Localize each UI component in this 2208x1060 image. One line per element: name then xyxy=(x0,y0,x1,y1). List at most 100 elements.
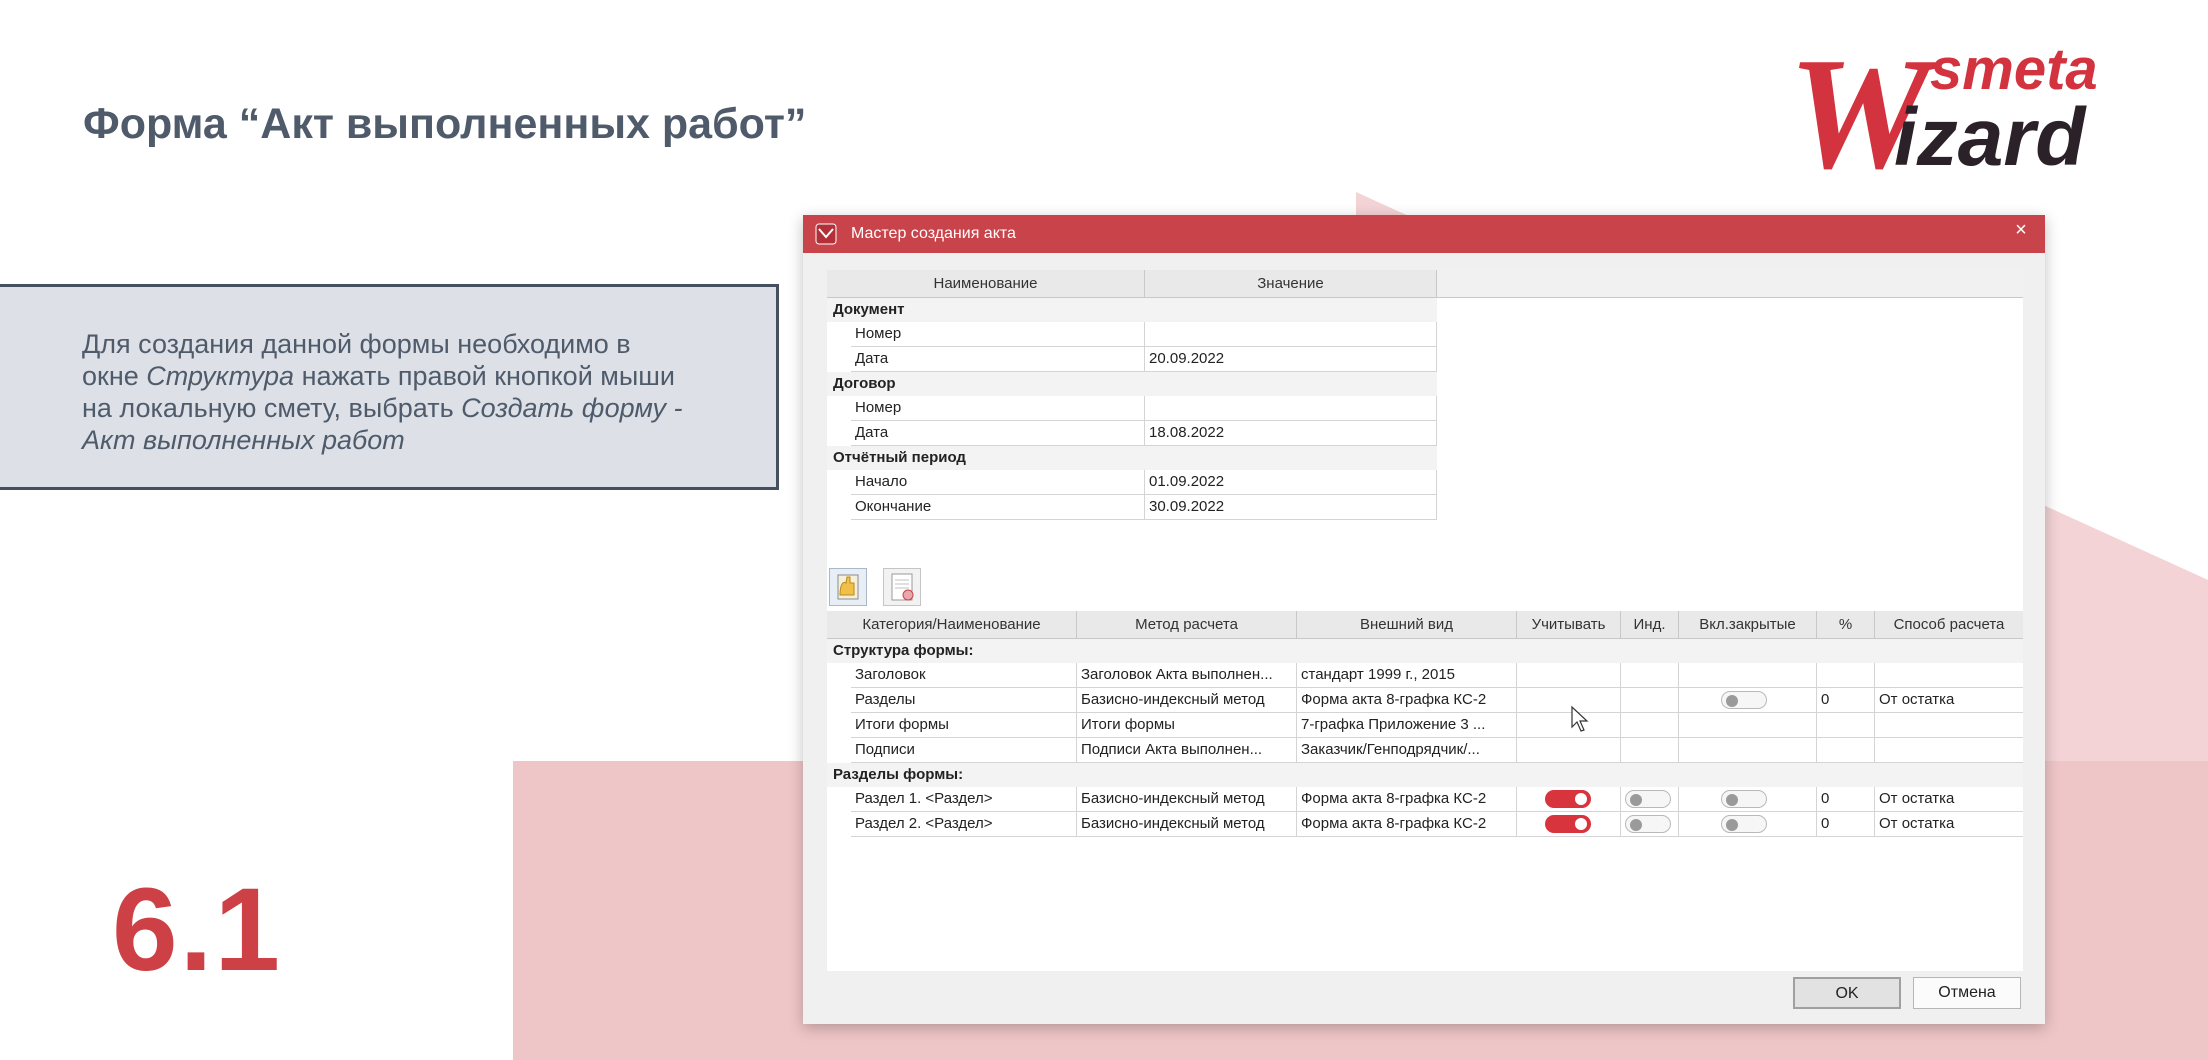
delete-section-icon xyxy=(891,573,914,601)
column-header[interactable]: Наименование xyxy=(827,270,1145,298)
property-name[interactable]: Начало xyxy=(851,470,1145,495)
slide-number: 6.1 xyxy=(112,864,283,996)
row-include-cell xyxy=(1517,738,1621,763)
row-ind-cell xyxy=(1621,787,1679,812)
row-closed-cell xyxy=(1679,713,1817,738)
row-method[interactable]: Заголовок Акта выполнен... xyxy=(1077,663,1297,688)
property-value[interactable] xyxy=(1145,396,1437,421)
column-header[interactable]: Вкл.закрытые xyxy=(1679,611,1817,639)
row-calc[interactable] xyxy=(1875,713,2023,738)
column-header[interactable]: % xyxy=(1817,611,1875,639)
row-include-cell xyxy=(1517,663,1621,688)
include-toggle[interactable] xyxy=(1545,790,1591,808)
group-row[interactable]: Документ xyxy=(827,298,1437,322)
row-calc[interactable] xyxy=(1875,663,2023,688)
row-name[interactable]: Подписи xyxy=(851,738,1077,763)
property-name[interactable]: Дата xyxy=(851,347,1145,372)
row-method[interactable]: Подписи Акта выполнен... xyxy=(1077,738,1297,763)
property-name[interactable]: Номер xyxy=(851,396,1145,421)
include-toggle[interactable] xyxy=(1545,815,1591,833)
structure-grid: Категория/Наименование Метод расчета Вне… xyxy=(827,611,2023,971)
row-percent[interactable]: 0 xyxy=(1817,812,1875,837)
row-method[interactable]: Базисно-индексный метод xyxy=(1077,812,1297,837)
info-line: Акт выполненных работ xyxy=(82,425,405,455)
dialog-titlebar[interactable]: Мастер создания акта × xyxy=(803,215,2045,253)
row-percent[interactable] xyxy=(1817,738,1875,763)
property-value[interactable]: 30.09.2022 xyxy=(1145,495,1437,520)
row-view[interactable]: Заказчик/Генподрядчик/... xyxy=(1297,738,1517,763)
row-name[interactable]: Разделы xyxy=(851,688,1077,713)
group-row[interactable]: Структура формы: xyxy=(827,639,2023,663)
column-header[interactable]: Метод расчета xyxy=(1077,611,1297,639)
column-header[interactable]: Категория/Наименование xyxy=(827,611,1077,639)
row-ind-cell xyxy=(1621,663,1679,688)
row-calc[interactable]: От остатка xyxy=(1875,812,2023,837)
row-include-cell xyxy=(1517,812,1621,837)
row-ind-cell xyxy=(1621,713,1679,738)
row-percent[interactable] xyxy=(1817,663,1875,688)
row-view[interactable]: Форма акта 8-графка КС-2 xyxy=(1297,688,1517,713)
row-method[interactable]: Итоги формы xyxy=(1077,713,1297,738)
group-row[interactable]: Разделы формы: xyxy=(827,763,2023,787)
row-include-cell xyxy=(1517,688,1621,713)
add-section-button[interactable] xyxy=(829,568,867,606)
property-value[interactable] xyxy=(1145,322,1437,347)
delete-section-button[interactable] xyxy=(883,568,921,606)
row-ind-cell xyxy=(1621,688,1679,713)
column-header[interactable]: Учитывать xyxy=(1517,611,1621,639)
ind-toggle[interactable] xyxy=(1625,815,1671,833)
row-method[interactable]: Базисно-индексный метод xyxy=(1077,688,1297,713)
column-header[interactable]: Способ расчета xyxy=(1875,611,2023,639)
row-view[interactable]: 7-графка Приложение 3 ... xyxy=(1297,713,1517,738)
row-ind-cell xyxy=(1621,738,1679,763)
mouse-cursor-icon xyxy=(1571,705,1589,732)
logo-top-text: smeta xyxy=(1930,37,2098,102)
info-line: окне Структура нажать правой кнопкой мыш… xyxy=(82,361,675,391)
app-icon xyxy=(815,223,837,245)
row-calc[interactable] xyxy=(1875,738,2023,763)
dialog-title: Мастер создания акта xyxy=(851,225,1016,242)
property-name[interactable]: Окончание xyxy=(851,495,1145,520)
row-include-cell xyxy=(1517,787,1621,812)
column-header[interactable]: Внешний вид xyxy=(1297,611,1517,639)
add-section-icon xyxy=(837,574,859,600)
column-header[interactable]: Значение xyxy=(1145,270,1437,298)
cancel-button[interactable]: Отмена xyxy=(1913,977,2021,1009)
row-name[interactable]: Заголовок xyxy=(851,663,1077,688)
group-row[interactable]: Отчётный период xyxy=(827,446,1437,470)
smeta-wizard-logo: W smeta izard xyxy=(1782,33,2098,194)
closed-toggle[interactable] xyxy=(1721,790,1767,808)
row-percent[interactable]: 0 xyxy=(1817,787,1875,812)
row-view[interactable]: стандарт 1999 г., 2015 xyxy=(1297,663,1517,688)
row-calc[interactable]: От остатка xyxy=(1875,688,2023,713)
row-calc[interactable]: От остатка xyxy=(1875,787,2023,812)
row-percent[interactable]: 0 xyxy=(1817,688,1875,713)
header-filler xyxy=(1437,270,2023,298)
row-percent[interactable] xyxy=(1817,713,1875,738)
column-header[interactable]: Инд. xyxy=(1621,611,1679,639)
row-method[interactable]: Базисно-индексный метод xyxy=(1077,787,1297,812)
row-ind-cell xyxy=(1621,812,1679,837)
closed-toggle[interactable] xyxy=(1721,691,1767,709)
property-name[interactable]: Дата xyxy=(851,421,1145,446)
property-value[interactable]: 01.09.2022 xyxy=(1145,470,1437,495)
property-name[interactable]: Номер xyxy=(851,322,1145,347)
ok-button[interactable]: OK xyxy=(1793,977,1901,1009)
page-title: Форма “Акт выполненных работ” xyxy=(83,100,807,148)
group-row[interactable]: Договор xyxy=(827,372,1437,396)
row-closed-cell xyxy=(1679,787,1817,812)
row-name[interactable]: Итоги формы xyxy=(851,713,1077,738)
logo-rest-text: izard xyxy=(1894,92,2086,183)
closed-toggle[interactable] xyxy=(1721,815,1767,833)
row-name[interactable]: Раздел 2. <Раздел> xyxy=(851,812,1077,837)
row-view[interactable]: Форма акта 8-графка КС-2 xyxy=(1297,787,1517,812)
property-value[interactable]: 20.09.2022 xyxy=(1145,347,1437,372)
ind-toggle[interactable] xyxy=(1625,790,1671,808)
row-view[interactable]: Форма акта 8-графка КС-2 xyxy=(1297,812,1517,837)
row-closed-cell xyxy=(1679,738,1817,763)
property-value[interactable]: 18.08.2022 xyxy=(1145,421,1437,446)
row-closed-cell xyxy=(1679,812,1817,837)
close-icon[interactable]: × xyxy=(2009,219,2033,242)
row-name[interactable]: Раздел 1. <Раздел> xyxy=(851,787,1077,812)
info-text: Для создания данной формы необходимо в о… xyxy=(82,328,722,456)
